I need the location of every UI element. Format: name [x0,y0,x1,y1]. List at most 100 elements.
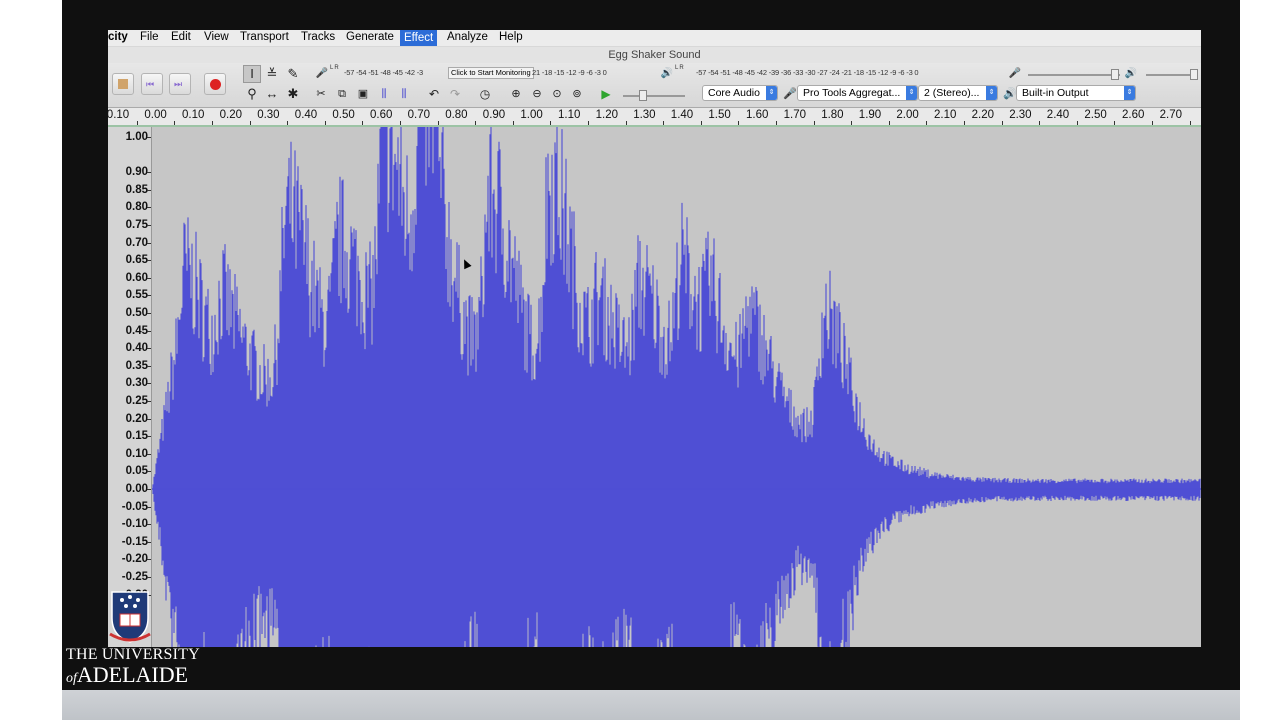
ruler-tick [888,121,890,125]
zoom-in-icon: ⊕ [511,88,521,100]
menu-bar: city File Edit View Transport Tracks Gen… [108,30,1201,47]
amplitude-tick [147,330,151,332]
amplitude-tick [147,137,151,138]
input-volume-slider[interactable] [1028,74,1120,76]
mic-volume-icon: 🎤 [1008,68,1022,79]
ruler-tick [700,121,702,125]
amplitude-tick [147,577,151,578]
selection-tool[interactable]: I [243,65,261,83]
paste-button[interactable]: ▣ [354,85,372,103]
input-device-value: Pro Tools Aggregat... [803,87,901,99]
i-beam-icon: I [250,66,254,81]
audacity-window: city File Edit View Transport Tracks Gen… [108,30,1201,647]
toolbar: ⏮ ⏭ I ≚ ✎ ⚲ ↔ ✱ 🎤 L R -57 -54 -51 -48 -4… [108,63,1201,108]
amplitude-label: 0.85 [125,183,148,196]
timeline-ruler[interactable]: 0.10 0.00 0.10 0.20 0.30 0.40 0.50 0.60 0.70 0.80… [108,108,1201,127]
zoom-out-button[interactable]: ⊖ [528,85,546,103]
input-channels-select[interactable]: 2 (Stereo)... ⇕ [918,85,998,101]
copy-button[interactable]: ⧉ [333,85,351,103]
menu-edit[interactable]: Edit [171,31,191,43]
undo-button[interactable]: ↶ [425,85,443,103]
redo-button[interactable]: ↷ [446,85,464,103]
zoom-tool[interactable]: ⚲ [243,85,261,103]
amplitude-tick [147,453,151,455]
ruler-label: 0.90 [482,109,506,121]
output-device-select[interactable]: Built-in Output ⇕ [1016,85,1136,101]
amplitude-label: 0.80 [125,201,148,214]
menu-view[interactable]: View [204,31,229,43]
app-menu[interactable]: city [108,31,128,43]
ruler-tick [362,121,364,125]
play-speed-knob[interactable] [639,90,647,101]
record-meter-scale-tail: 21 -18 -15 -12 -9 -6 -3 0 [532,68,607,77]
amplitude-tick [147,189,151,191]
amplitude-tick [147,260,151,262]
envelope-tool[interactable]: ≚ [263,65,281,83]
fit-project-button[interactable]: ⊚ [568,85,586,103]
amplitude-tick [147,365,151,367]
play-icon: ▶ [601,87,611,101]
amplitude-label: 0.70 [125,236,148,249]
multi-tool[interactable]: ✱ [284,85,302,103]
record-icon [210,79,221,90]
draw-tool[interactable]: ✎ [284,65,302,83]
ruler-label: 2.70 [1159,109,1182,121]
ruler-label: 0.60 [369,109,393,121]
chevron-updown-icon: ⇕ [1124,86,1135,100]
start-monitoring-label[interactable]: Click to Start Monitoring [448,67,534,79]
play-speed-slider[interactable] [623,95,685,97]
skip-start-button[interactable]: ⏮ [141,73,163,95]
ruler-tick [287,121,289,125]
fit-selection-button[interactable]: ⊙ [548,85,566,103]
menu-generate[interactable]: Generate [346,31,394,43]
audio-host-select[interactable]: Core Audio ⇕ [702,85,778,101]
scissors-icon: ✂ [316,88,326,100]
pause-icon [118,79,128,89]
record-meter-icon: 🎤 [315,68,329,79]
menu-analyze[interactable]: Analyze [447,31,488,43]
amplitude-ruler: 1.00 0.90 0.85 0.80 0.75 0.70 0.65 0.60 0.55 0.50… [108,127,152,647]
waveform-trace [152,127,1201,647]
ruler-tick [588,121,589,125]
waveform[interactable] [152,127,1201,647]
play-at-speed-button[interactable]: ▶ [597,85,615,103]
menu-tracks[interactable]: Tracks [301,31,335,43]
amplitude-label: 0.00 [125,483,148,495]
ruler-label: 1.20 [595,109,618,121]
menu-file[interactable]: File [140,31,159,43]
silence-button[interactable]: ⫼ [395,85,413,103]
menu-effect[interactable]: Effect [400,30,438,46]
input-volume-knob[interactable] [1111,69,1119,80]
timeshift-tool[interactable]: ↔ [263,85,281,103]
amplitude-label: -0.20 [121,553,148,566]
amplitude-label: -0.10 [121,518,148,531]
sync-lock-button[interactable]: ◷ [476,85,494,103]
menu-help[interactable]: Help [499,31,523,43]
crest-icon [109,591,151,643]
ruler-label: 2.40 [1046,109,1070,121]
ruler-label: 2.60 [1121,109,1145,121]
record-button[interactable] [204,73,226,95]
menu-transport[interactable]: Transport [240,31,289,43]
ruler-label: 0.00 [144,109,167,121]
copy-icon: ⧉ [338,88,346,100]
amplitude-label: 0.45 [125,324,148,337]
pause-button[interactable] [112,73,134,95]
envelope-icon: ≚ [266,66,278,81]
skip-end-button[interactable]: ⏭ [169,73,191,95]
ruler-tick [1152,121,1153,125]
ruler-tick [926,121,928,125]
ruler-tick [1039,121,1041,125]
ruler-tick [776,121,777,125]
university-of: of [66,671,77,686]
amplitude-label: 0.90 [125,166,148,179]
magnifier-icon: ⚲ [247,86,257,101]
ruler-label: 1.00 [520,109,543,121]
audio-track[interactable]: 1.00 0.90 0.85 0.80 0.75 0.70 0.65 0.60 0.55 0.50… [108,127,1201,647]
ruler-tick [437,121,439,125]
zoom-in-button[interactable]: ⊕ [507,85,525,103]
trim-button[interactable]: ⫼ [375,85,393,103]
output-volume-knob[interactable] [1190,69,1198,80]
cut-button[interactable]: ✂ [312,85,330,103]
input-device-select[interactable]: Pro Tools Aggregat... ⇕ [797,85,918,101]
